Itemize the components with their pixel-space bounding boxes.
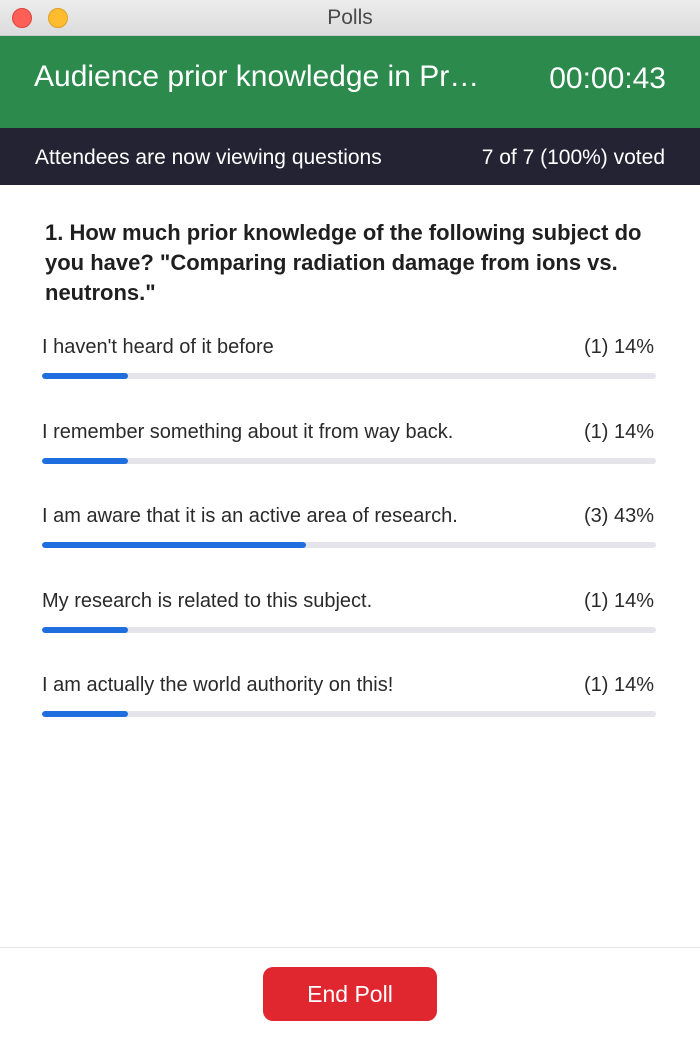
answer-bar-track bbox=[42, 458, 656, 464]
answer-row: My research is related to this subject. … bbox=[42, 590, 656, 640]
end-poll-button[interactable]: End Poll bbox=[263, 967, 437, 1021]
answer-result: (1) 14% bbox=[583, 421, 654, 443]
answer-bar-track bbox=[42, 373, 656, 379]
answer-row: I am aware that it is an active area of … bbox=[42, 505, 656, 555]
answer-bar-track bbox=[42, 711, 656, 717]
viewing-status-text: Attendees are now viewing questions bbox=[35, 146, 382, 169]
answer-label: I haven't heard of it before bbox=[42, 336, 274, 358]
answer-result: (1) 14% bbox=[583, 336, 654, 358]
answer-bar-fill bbox=[42, 711, 128, 717]
voted-count-text: 7 of 7 (100%) voted bbox=[481, 146, 665, 169]
answer-result: (3) 43% bbox=[583, 505, 654, 527]
footer-divider bbox=[0, 947, 700, 948]
poll-title: Audience prior knowledge in Pr… bbox=[34, 60, 480, 93]
poll-header: Audience prior knowledge in Pr… 00:00:43 bbox=[0, 36, 700, 128]
answer-label: I am actually the world authority on thi… bbox=[42, 674, 394, 696]
window-titlebar[interactable]: Polls bbox=[0, 0, 700, 36]
answer-bar-fill bbox=[42, 458, 128, 464]
answer-label: I remember something about it from way b… bbox=[42, 421, 454, 443]
answer-result: (1) 14% bbox=[583, 674, 654, 696]
poll-status-bar: Attendees are now viewing questions 7 of… bbox=[0, 128, 700, 185]
answer-result: (1) 14% bbox=[583, 590, 654, 612]
answer-bar-fill bbox=[42, 542, 307, 548]
question-text: 1. How much prior knowledge of the follo… bbox=[45, 220, 642, 305]
answer-bar-track bbox=[42, 627, 656, 633]
answer-label: I am aware that it is an active area of … bbox=[42, 505, 458, 527]
polls-window: Polls Audience prior knowledge in Pr… 00… bbox=[0, 0, 700, 1039]
answer-row: I remember something about it from way b… bbox=[42, 421, 656, 471]
answer-label: My research is related to this subject. bbox=[42, 590, 373, 612]
answer-bar-fill bbox=[42, 627, 128, 633]
poll-timer: 00:00:43 bbox=[549, 62, 666, 95]
answer-bar-fill bbox=[42, 373, 128, 379]
window-title: Polls bbox=[327, 6, 373, 29]
answer-bar-track bbox=[42, 542, 656, 548]
answer-row: I am actually the world authority on thi… bbox=[42, 674, 656, 724]
answer-row: I haven't heard of it before (1) 14% bbox=[42, 336, 656, 386]
